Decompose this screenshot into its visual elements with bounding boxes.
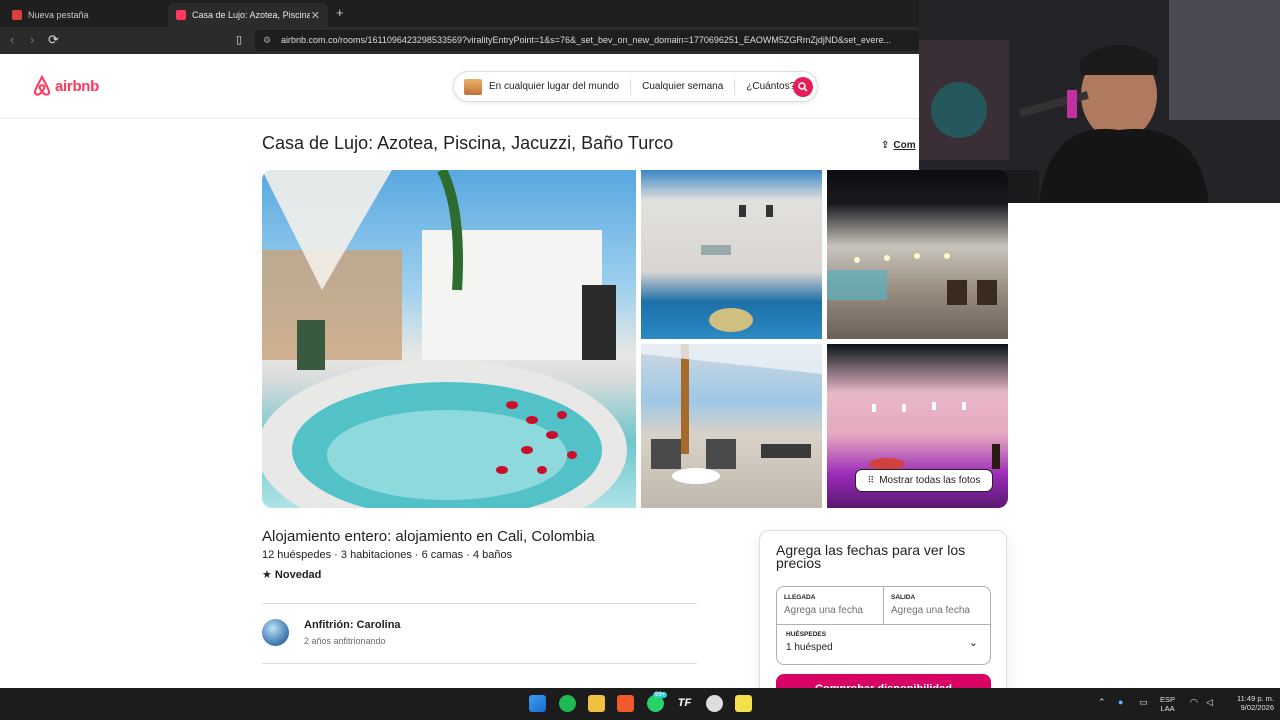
divider xyxy=(262,663,697,664)
keyboard-icon[interactable]: ▭ xyxy=(1139,698,1148,707)
tab-label: Nueva pestaña xyxy=(28,10,89,20)
reload-icon[interactable]: ⟳ xyxy=(48,32,59,48)
photo-pool-wall[interactable] xyxy=(641,170,822,339)
search-icon xyxy=(798,82,808,92)
guests-label: HUÉSPEDES xyxy=(786,631,827,638)
taskbar: 99+ TF ⌃ ● ▭ ESP LAA ◠ ◁ 11:49 p. m. 9/02/… xyxy=(0,688,1280,720)
new-tab-button[interactable]: + xyxy=(336,5,344,20)
windows-start-icon[interactable] xyxy=(529,695,546,712)
checkout-field[interactable]: SALIDA Agrega una fecha xyxy=(884,587,990,625)
booking-fields: LLEGADA Agrega una fecha SALIDA Agrega u… xyxy=(776,586,991,665)
listing-details: 12 huéspedes · 3 habitaciones · 6 camas … xyxy=(262,549,513,561)
host-experience: 2 años anfitrionando xyxy=(304,636,386,646)
rating-badge: ★ Novedad xyxy=(262,569,322,581)
checkin-placeholder: Agrega una fecha xyxy=(784,605,863,616)
forward-icon[interactable]: › xyxy=(30,32,34,47)
url-text: airbnb.com.co/rooms/1611096423298533569?… xyxy=(281,35,891,45)
logo-text: airbnb xyxy=(55,77,100,95)
search-where[interactable]: En cualquier lugar del mundo xyxy=(482,81,630,92)
browser-nav-bar: ‹ › ⟳ ▯ ⚙ airbnb.com.co/rooms/1611096423… xyxy=(0,27,919,54)
close-tab-icon[interactable]: ✕ xyxy=(311,9,320,22)
share-button[interactable]: ⇪ Com xyxy=(881,140,916,151)
photo-night-patio[interactable] xyxy=(827,170,1008,339)
checkout-placeholder: Agrega una fecha xyxy=(891,605,970,616)
airbnb-logo-icon xyxy=(33,75,51,96)
checkin-label: LLEGADA xyxy=(784,594,816,601)
tab-label: Casa de Lujo: Azotea, Piscina, Ja xyxy=(192,10,310,20)
lang-layout: LAA xyxy=(1160,704,1175,713)
photo-patio-image xyxy=(827,253,997,305)
spotify-icon[interactable] xyxy=(559,695,576,712)
photo-pergola[interactable] xyxy=(641,344,822,508)
mic-icon[interactable]: ● xyxy=(1118,698,1123,707)
bookmark-icon[interactable]: ▯ xyxy=(236,33,242,46)
booking-card: Agrega las fechas para ver los precios L… xyxy=(759,530,1007,704)
host-name: Anfitrión: Carolina xyxy=(304,619,401,631)
obs-icon[interactable] xyxy=(706,695,723,712)
host-avatar[interactable] xyxy=(262,619,289,646)
address-bar[interactable]: ⚙ airbnb.com.co/rooms/161109642329853356… xyxy=(255,30,919,51)
notification-badge: 99+ xyxy=(653,692,668,698)
time: 11:49 p. m. xyxy=(1237,694,1274,703)
brave-browser-icon[interactable] xyxy=(617,695,634,712)
brave-icon xyxy=(12,10,22,20)
photo-jacuzzi-image xyxy=(262,170,627,508)
photo-pool-image xyxy=(701,205,773,332)
share-icon: ⇪ xyxy=(881,140,890,151)
tray-chevron-icon[interactable]: ⌃ xyxy=(1098,698,1106,707)
search-when[interactable]: Cualquier semana xyxy=(631,81,734,92)
clock[interactable]: 11:49 p. m. 9/02/2026 xyxy=(1222,694,1274,712)
divider xyxy=(262,603,697,604)
wifi-icon[interactable]: ◠ xyxy=(1190,698,1198,707)
search-button[interactable] xyxy=(793,77,813,97)
grid-icon: ⠿ xyxy=(867,475,875,485)
tab-airbnb[interactable]: Casa de Lujo: Azotea, Piscina, Ja ✕ xyxy=(168,3,328,27)
photo-jacuzzi[interactable] xyxy=(262,170,636,508)
airbnb-favicon-icon xyxy=(176,10,186,20)
tf-app-icon[interactable]: TF xyxy=(676,695,693,712)
show-all-label: Mostrar todas las fotos xyxy=(879,475,981,486)
listing-type-location: Alojamiento entero: alojamiento en Cali,… xyxy=(262,528,595,545)
checkin-field[interactable]: LLEGADA Agrega una fecha xyxy=(777,587,884,625)
guests-value: 1 huésped xyxy=(786,642,833,653)
date: 9/02/2026 xyxy=(1240,703,1274,712)
back-icon[interactable]: ‹ xyxy=(10,32,14,47)
airbnb-logo[interactable]: airbnb xyxy=(32,75,99,97)
chevron-down-icon: ⌄ xyxy=(968,637,978,649)
checkout-label: SALIDA xyxy=(891,594,916,601)
house-icon xyxy=(464,78,482,95)
browser-tab-bar: Nueva pestaña Casa de Lujo: Azotea, Pisc… xyxy=(0,0,919,27)
tab-new[interactable]: Nueva pestaña xyxy=(4,3,164,27)
listing-title: Casa de Lujo: Azotea, Piscina, Jacuzzi, … xyxy=(262,133,674,153)
site-info-icon[interactable]: ⚙ xyxy=(263,30,271,51)
photo-pergola-image xyxy=(641,344,822,484)
guests-field[interactable]: HUÉSPEDES 1 huésped ⌄ xyxy=(777,625,990,664)
volume-icon[interactable]: ◁ xyxy=(1206,698,1213,707)
search-bar[interactable]: En cualquier lugar del mundo Cualquier s… xyxy=(453,71,818,102)
language-indicator[interactable]: ESP LAA xyxy=(1160,695,1175,713)
lang-code: ESP xyxy=(1160,695,1176,704)
share-label: Com xyxy=(893,140,916,151)
site-header: airbnb En cualquier lugar del mundo Cual… xyxy=(0,54,919,119)
show-all-photos-button[interactable]: ⠿ Mostrar todas las fotos xyxy=(855,469,993,492)
sticky-notes-icon[interactable] xyxy=(735,695,752,712)
file-explorer-icon[interactable] xyxy=(588,695,605,712)
booking-title: Agrega las fechas para ver los precios xyxy=(776,542,966,571)
